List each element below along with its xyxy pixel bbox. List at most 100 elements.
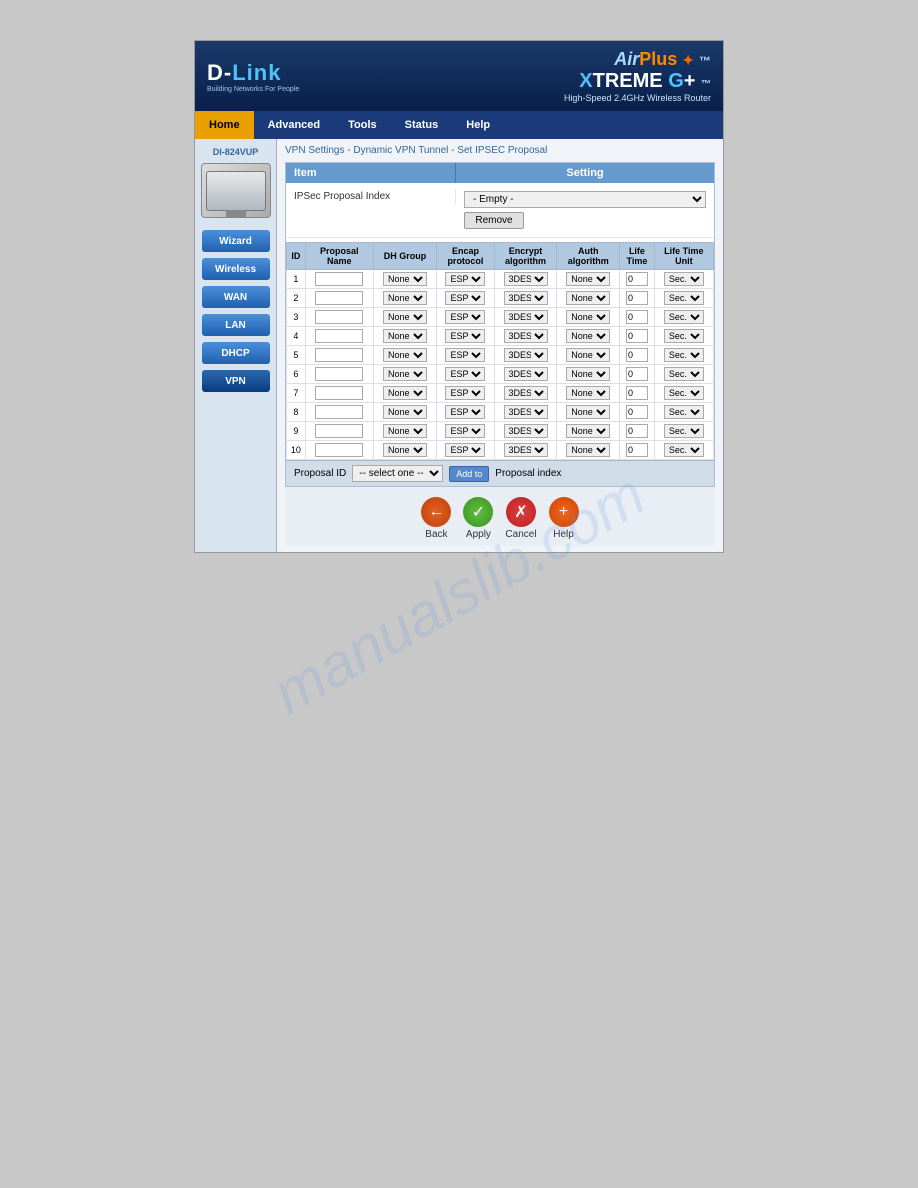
encrypt-select[interactable]: 3DESDESAES [504,310,548,324]
nav-tools[interactable]: Tools [334,111,391,139]
proposal-name-cell[interactable] [305,289,373,308]
lifetime-cell[interactable] [620,289,655,308]
auth-select[interactable]: NoneMD5SHA1 [566,272,610,286]
dh-group-select[interactable]: NoneGroup1Group2Group5 [383,443,427,457]
encap-cell[interactable]: ESPAH [437,346,494,365]
encrypt-cell[interactable]: 3DESDESAES [494,327,557,346]
unit-select[interactable]: Sec.Min.Hour [664,424,704,438]
auth-cell[interactable]: NoneMD5SHA1 [557,441,620,460]
unit-cell[interactable]: Sec.Min.Hour [654,327,713,346]
unit-select[interactable]: Sec.Min.Hour [664,386,704,400]
lifetime-cell[interactable] [620,422,655,441]
dh-group-cell[interactable]: NoneGroup1Group2Group5 [373,422,436,441]
encrypt-cell[interactable]: 3DESDESAES [494,422,557,441]
auth-cell[interactable]: NoneMD5SHA1 [557,422,620,441]
dh-group-select[interactable]: NoneGroup1Group2Group5 [383,424,427,438]
lifetime-cell[interactable] [620,384,655,403]
dh-group-cell[interactable]: NoneGroup1Group2Group5 [373,403,436,422]
encrypt-cell[interactable]: 3DESDESAES [494,384,557,403]
proposal-name-cell[interactable] [305,308,373,327]
proposal-name-input[interactable] [315,443,363,457]
proposal-name-cell[interactable] [305,365,373,384]
unit-select[interactable]: Sec.Min.Hour [664,272,704,286]
dh-group-cell[interactable]: NoneGroup1Group2Group5 [373,270,436,289]
nav-status[interactable]: Status [391,111,453,139]
lifetime-cell[interactable] [620,346,655,365]
nav-help[interactable]: Help [452,111,504,139]
encap-cell[interactable]: ESPAH [437,308,494,327]
encap-select[interactable]: ESPAH [445,348,485,362]
proposal-name-input[interactable] [315,424,363,438]
encrypt-select[interactable]: 3DESDESAES [504,386,548,400]
auth-cell[interactable]: NoneMD5SHA1 [557,308,620,327]
proposal-name-input[interactable] [315,329,363,343]
encrypt-cell[interactable]: 3DESDESAES [494,403,557,422]
lifetime-input[interactable] [626,291,648,305]
unit-cell[interactable]: Sec.Min.Hour [654,308,713,327]
encap-cell[interactable]: ESPAH [437,365,494,384]
unit-cell[interactable]: Sec.Min.Hour [654,441,713,460]
encap-cell[interactable]: ESPAH [437,327,494,346]
ipsec-index-select[interactable]: - Empty - [464,191,706,208]
proposal-name-cell[interactable] [305,346,373,365]
back-action[interactable]: ← Back [421,497,451,540]
dh-group-cell[interactable]: NoneGroup1Group2Group5 [373,289,436,308]
encrypt-select[interactable]: 3DESDESAES [504,329,548,343]
auth-select[interactable]: NoneMD5SHA1 [566,348,610,362]
dh-group-cell[interactable]: NoneGroup1Group2Group5 [373,441,436,460]
unit-select[interactable]: Sec.Min.Hour [664,348,704,362]
encrypt-select[interactable]: 3DESDESAES [504,272,548,286]
encrypt-select[interactable]: 3DESDESAES [504,367,548,381]
dh-group-select[interactable]: NoneGroup1Group2Group5 [383,386,427,400]
proposal-name-input[interactable] [315,272,363,286]
unit-cell[interactable]: Sec.Min.Hour [654,422,713,441]
dh-group-select[interactable]: NoneGroup1Group2Group5 [383,367,427,381]
dh-group-select[interactable]: NoneGroup1Group2Group5 [383,310,427,324]
lifetime-input[interactable] [626,424,648,438]
proposal-name-cell[interactable] [305,441,373,460]
proposal-name-input[interactable] [315,310,363,324]
encrypt-cell[interactable]: 3DESDESAES [494,270,557,289]
lifetime-input[interactable] [626,310,648,324]
auth-select[interactable]: NoneMD5SHA1 [566,310,610,324]
encap-select[interactable]: ESPAH [445,367,485,381]
unit-cell[interactable]: Sec.Min.Hour [654,403,713,422]
wan-button[interactable]: WAN [202,286,270,308]
encrypt-select[interactable]: 3DESDESAES [504,424,548,438]
encrypt-select[interactable]: 3DESDESAES [504,405,548,419]
add-to-button[interactable]: Add to [449,466,489,482]
lifetime-cell[interactable] [620,308,655,327]
unit-select[interactable]: Sec.Min.Hour [664,291,704,305]
encap-cell[interactable]: ESPAH [437,270,494,289]
lifetime-cell[interactable] [620,327,655,346]
lifetime-input[interactable] [626,443,648,457]
encap-cell[interactable]: ESPAH [437,384,494,403]
encap-select[interactable]: ESPAH [445,386,485,400]
dh-group-select[interactable]: NoneGroup1Group2Group5 [383,348,427,362]
dh-group-cell[interactable]: NoneGroup1Group2Group5 [373,384,436,403]
proposal-name-input[interactable] [315,405,363,419]
lifetime-input[interactable] [626,272,648,286]
proposal-name-input[interactable] [315,348,363,362]
dh-group-cell[interactable]: NoneGroup1Group2Group5 [373,327,436,346]
help-action[interactable]: + Help [549,497,579,540]
wireless-button[interactable]: Wireless [202,258,270,280]
auth-select[interactable]: NoneMD5SHA1 [566,405,610,419]
dh-group-select[interactable]: NoneGroup1Group2Group5 [383,291,427,305]
wizard-button[interactable]: Wizard [202,230,270,252]
encrypt-cell[interactable]: 3DESDESAES [494,365,557,384]
auth-select[interactable]: NoneMD5SHA1 [566,329,610,343]
encap-select[interactable]: ESPAH [445,272,485,286]
encrypt-cell[interactable]: 3DESDESAES [494,289,557,308]
proposal-name-input[interactable] [315,367,363,381]
encrypt-select[interactable]: 3DESDESAES [504,348,548,362]
unit-cell[interactable]: Sec.Min.Hour [654,270,713,289]
lifetime-cell[interactable] [620,365,655,384]
encrypt-select[interactable]: 3DESDESAES [504,443,548,457]
proposal-name-cell[interactable] [305,270,373,289]
encrypt-cell[interactable]: 3DESDESAES [494,308,557,327]
nav-home[interactable]: Home [195,111,254,139]
lifetime-cell[interactable] [620,441,655,460]
lifetime-input[interactable] [626,405,648,419]
unit-cell[interactable]: Sec.Min.Hour [654,365,713,384]
